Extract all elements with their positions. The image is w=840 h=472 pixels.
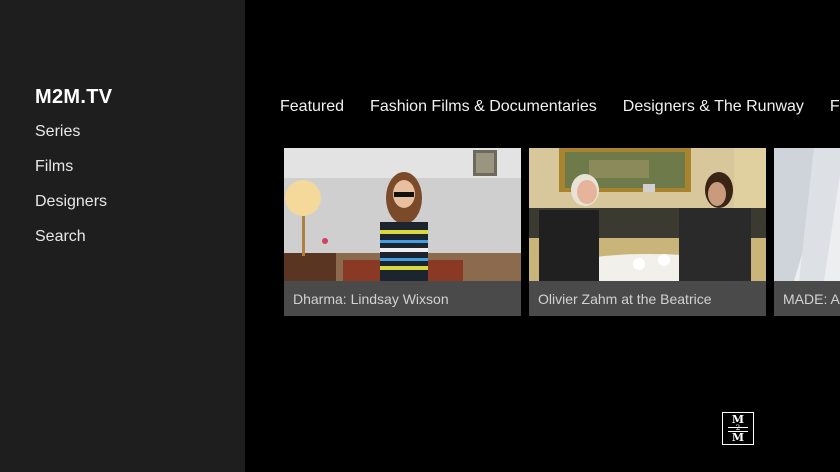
- sidebar: M2M.TV Series Films Designers Search: [0, 0, 245, 472]
- sidebar-item-films[interactable]: Films: [35, 158, 73, 176]
- video-title: Dharma: Lindsay Wixson: [293, 291, 449, 307]
- video-thumbnail: [774, 148, 840, 281]
- logo-letter-bottom: M: [731, 431, 745, 444]
- sidebar-item-designers[interactable]: Designers: [35, 193, 107, 211]
- video-thumbnail: [529, 148, 766, 281]
- video-card[interactable]: Dharma: Lindsay Wixson: [284, 148, 521, 316]
- tab-partial[interactable]: Fas: [830, 98, 840, 116]
- tab-featured[interactable]: Featured: [280, 98, 344, 116]
- tab-fashion-films[interactable]: Fashion Films & Documentaries: [370, 98, 597, 116]
- brand-title: M2M.TV: [35, 86, 113, 108]
- video-title: MADE: Ar: [783, 291, 840, 307]
- category-tabs: Featured Fashion Films & Documentaries Des…: [280, 98, 840, 116]
- video-row: Dharma: Lindsay Wixson Olivier Zahm at t…: [284, 148, 840, 316]
- video-card[interactable]: MADE: Ar: [774, 148, 840, 316]
- sidebar-item-series[interactable]: Series: [35, 123, 80, 141]
- sidebar-item-search[interactable]: Search: [35, 228, 86, 246]
- tab-designers-runway[interactable]: Designers & The Runway: [623, 98, 804, 116]
- video-card[interactable]: Olivier Zahm at the Beatrice: [529, 148, 766, 316]
- video-thumbnail: [284, 148, 521, 281]
- main-content: Featured Fashion Films & Documentaries Des…: [245, 0, 840, 472]
- m2m-logo: M 2 M: [722, 412, 754, 445]
- video-title: Olivier Zahm at the Beatrice: [538, 291, 712, 307]
